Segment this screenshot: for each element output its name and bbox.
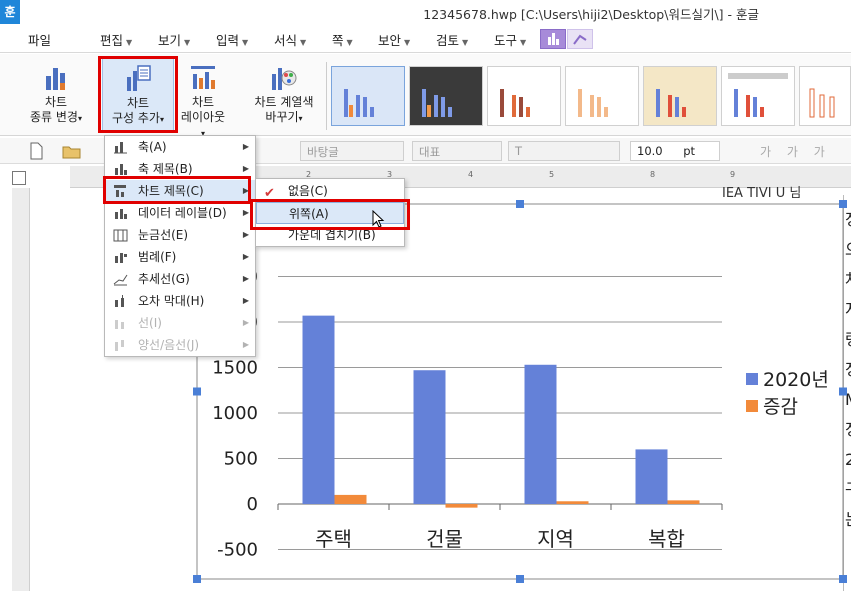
legend-icon: [115, 253, 127, 263]
chevron-right-icon: ▶: [242, 274, 249, 283]
chevron-right-icon: ▶: [242, 230, 249, 239]
chevron-right-icon: ▶: [242, 208, 249, 217]
menu-item-data-labels[interactable]: 데이터 레이블(D) ▶: [105, 202, 255, 224]
menu-item-legend[interactable]: 범례(F) ▶: [105, 246, 255, 268]
y-tick-label: 500: [224, 449, 258, 470]
legend-label: 2020년: [763, 369, 829, 391]
x-tick-label: 지역: [537, 527, 574, 551]
trendline-icon: [113, 274, 128, 286]
menu-item-label: 오차 막대(H): [138, 294, 205, 308]
x-tick-label: 주택: [315, 527, 352, 551]
y-tick-label: 1500: [212, 358, 258, 379]
add-element-context-menu: 축(A) ▶ 축 제목(B) ▶ 차트 제목(C) ▶ 데이터 레이블(D) ▶ 눈금선…: [104, 135, 256, 357]
bar-series1: [524, 364, 557, 504]
bar-series2: [667, 500, 700, 504]
x-tick-label: 건물: [426, 527, 463, 551]
bar-series1: [413, 370, 446, 504]
bar-series1: [302, 315, 335, 504]
y-tick-label: -500: [217, 540, 258, 561]
resize-handle: [516, 200, 524, 208]
data-labels-icon: [115, 209, 127, 219]
legend-swatch: [746, 400, 758, 412]
menu-item-label: 눈금선(E): [138, 228, 189, 242]
resize-handle: [839, 200, 847, 208]
resize-handle: [839, 387, 847, 396]
bar-series1: [635, 449, 668, 504]
chevron-right-icon: ▶: [242, 296, 249, 305]
menu-item-label: 추세선(G): [138, 272, 190, 286]
menu-item-trendline[interactable]: 추세선(G) ▶: [105, 268, 255, 290]
resize-handle: [193, 387, 201, 396]
menu-item-lines: 선(I) ▶: [105, 312, 255, 334]
resize-handle: [516, 575, 524, 583]
resize-handle: [193, 575, 201, 583]
highlight-title-above: [250, 199, 410, 230]
chevron-right-icon: ▶: [242, 318, 249, 327]
chevron-right-icon: ▶: [242, 142, 249, 151]
menu-item-up-down-bars: 양선/음선(J) ▶: [105, 334, 255, 356]
y-tick-label: 0: [247, 494, 258, 515]
menu-item-label: 축(A): [138, 140, 167, 154]
menu-item-axis[interactable]: 축(A) ▶: [105, 136, 255, 158]
legend-label: 증감: [763, 396, 798, 418]
lines-icon: [115, 320, 124, 329]
chevron-right-icon: ▶: [242, 340, 249, 349]
error-bars-icon: [115, 295, 124, 307]
highlight-chart-title: [103, 176, 251, 204]
legend-swatch: [746, 373, 758, 385]
menu-item-label: 양선/음선(J): [138, 338, 200, 352]
bar-series2: [445, 504, 478, 508]
bar-series2: [334, 494, 367, 504]
chevron-right-icon: ▶: [242, 252, 249, 261]
x-tick-label: 복합: [648, 527, 685, 551]
y-tick-label: 1000: [212, 403, 258, 424]
menu-item-label: 범례(F): [138, 250, 177, 264]
menu-item-error-bars[interactable]: 오차 막대(H) ▶: [105, 290, 255, 312]
menu-item-gridlines[interactable]: 눈금선(E) ▶: [105, 224, 255, 246]
menu-item-label: 데이터 레이블(D): [138, 206, 227, 220]
chart-frame: [196, 203, 844, 580]
axis-icon: [114, 142, 127, 154]
up-down-bars-icon: [115, 340, 124, 351]
menu-item-label: 선(I): [138, 316, 162, 330]
axis-title-icon: [115, 164, 127, 175]
bar-series2: [556, 501, 589, 504]
resize-handle: [839, 575, 847, 583]
gridlines-icon: [113, 229, 128, 242]
